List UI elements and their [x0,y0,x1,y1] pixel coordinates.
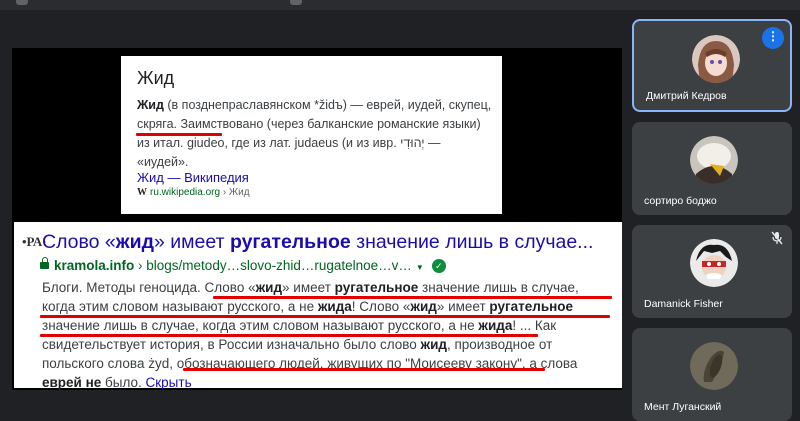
snippet-term: еврей не [42,375,102,390]
participant-tile[interactable]: ⋮ Дмитрий Кедров [632,19,792,112]
red-underline [40,334,538,337]
snippet-text: значение лишь в случае, когда этим слово… [42,318,479,333]
avatar [692,35,740,83]
title-part: значение лишь в случае... [350,231,594,253]
verified-shield-icon: ✓ [431,259,446,274]
more-options-icon[interactable]: ⋮ [762,27,784,49]
red-underline [183,368,545,371]
character-avatar-icon [690,239,738,287]
result-url[interactable]: kramola.info › blogs/metody…slovo-zhid…r… [40,257,446,274]
tab-indicator [16,0,28,5]
avatar [690,239,738,287]
snippet-term: ругательное [334,280,419,295]
card-term: Жид [137,98,164,112]
participant-tile[interactable]: Мент Луганский [632,328,792,421]
participant-tile[interactable]: Damanick Fisher [632,225,792,318]
avatar [690,342,738,390]
snippet-text: » имеет [282,280,335,295]
snippet-term: жид [420,337,447,352]
snippet-term: жида [478,318,513,333]
image-avatar-icon [690,342,738,390]
snippet-term: ругательное [489,299,574,314]
snippet-text: Слово « [204,280,256,295]
snippet-text: Блоги. Методы геноцида. [42,280,205,295]
url-domain: kramola.info [54,258,135,273]
source-crumb: › Жид [220,187,250,198]
snippet-term: жид [255,280,283,295]
tab-indicator [290,0,302,5]
anime-avatar-icon [692,35,740,83]
snippet-term: жид [410,299,437,314]
card-title: Жид [137,68,175,88]
card-desc-text: . Заимствовано (через балканские романск… [137,117,481,169]
title-part: Слово « [42,231,116,253]
title-part: » имеет [153,231,230,253]
snippet-text: ! Слово « [351,299,411,314]
avatar [690,136,738,184]
caret-down-icon[interactable]: ▼ [416,263,424,272]
participant-name: Damanick Fisher [644,298,723,310]
top-bar [0,0,800,10]
wikipedia-logo-icon: W [137,187,147,198]
wikipedia-link[interactable]: Жид — Википедия [137,170,249,185]
url-path: › blogs/metody…slovo-zhid…rugatelnoe…v… [134,258,412,273]
result-title[interactable]: Слово «жид» имеет ругательное значение л… [42,231,593,254]
source-domain[interactable]: ru.wikipedia.org [150,187,220,198]
hide-link[interactable]: Скрыть [146,375,192,390]
snippet-text: » имеет [436,299,490,314]
red-underline [40,315,610,318]
card-source: Wru.wikipedia.org › Жид [137,187,250,198]
title-term: жид [115,231,154,253]
participant-tile[interactable]: сортиро боджо [632,122,792,215]
snippet-text: было. [101,375,146,390]
participant-name: сортиро боджо [644,195,717,207]
mic-off-icon [771,231,783,245]
participant-name: Мент Луганский [644,401,722,413]
image-avatar-icon [690,136,738,184]
title-term: ругательное [229,231,351,253]
card-desc-text: (в позднепраславянском *židъ) — еврей, и… [163,98,446,112]
red-underline [136,133,222,136]
lock-icon [40,257,49,269]
red-underline [213,296,612,299]
snippet-term: жида [317,299,352,314]
participant-name: Дмитрий Кедров [646,90,727,102]
